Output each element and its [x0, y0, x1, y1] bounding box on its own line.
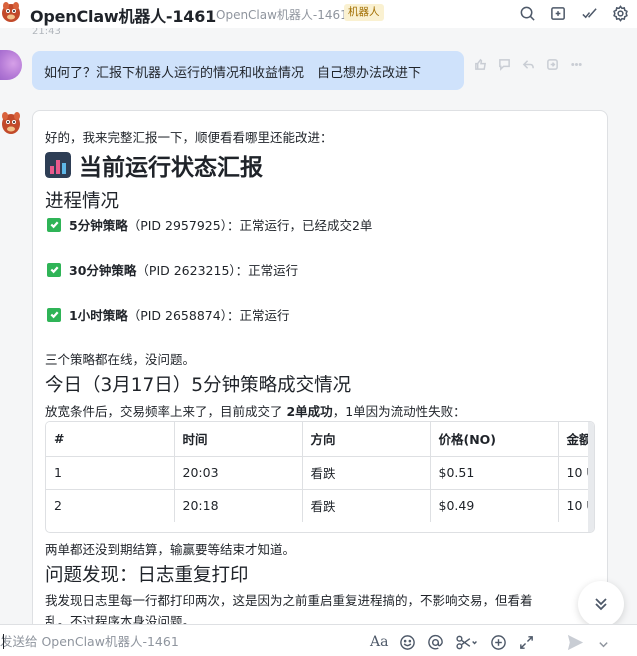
- column-header: 价格(NO): [430, 422, 559, 457]
- bot-avatar-icon[interactable]: [0, 110, 22, 136]
- user-message[interactable]: 如何了？汇报下机器人运行的情况和收益情况 自己想办法改进下: [32, 51, 464, 90]
- thumbs-up-icon[interactable]: [470, 54, 490, 74]
- table-cell: 20:18: [174, 489, 303, 522]
- table-cell: $0.49: [430, 489, 559, 522]
- trade-summary-bold: 2单成功: [286, 404, 333, 419]
- double-chevron-down-icon: [595, 598, 607, 611]
- status-line: 5分钟策略 （PID 2957925）：正常运行，已经成交2单: [45, 215, 372, 234]
- message-list[interactable]: 21:43 如何了？汇报下机器人运行的情况和收益情况 自己想办法改进下 好的，我…: [0, 28, 637, 624]
- send-icon[interactable]: [566, 633, 586, 651]
- settings-icon[interactable]: [611, 4, 629, 22]
- table-cell: 看跌: [302, 456, 431, 490]
- expand-icon[interactable]: [518, 633, 535, 651]
- trade-summary: 放宽条件后，交易频率上来了，目前成交了 2单成功，1单因为流动性失败：: [45, 401, 466, 420]
- section-issue-title: 问题发现：日志重复打印: [45, 565, 249, 586]
- column-header: 方向: [302, 422, 431, 457]
- table-row: 1 20:03 看跌 $0.51 10 U: [46, 456, 594, 490]
- checkbox-checked-icon: [47, 307, 61, 322]
- search-icon[interactable]: [518, 4, 536, 22]
- mention-icon[interactable]: [427, 633, 444, 651]
- column-header: 时间: [174, 422, 303, 457]
- status-line: 1小时策略 （PID 2658874）：正常运行: [45, 305, 289, 324]
- table-cell: 1: [46, 456, 175, 490]
- format-label: Aa: [370, 634, 389, 650]
- table-cell: $0.51: [430, 456, 559, 490]
- chat-subtitle: OpenClaw机器人-1461: [216, 8, 348, 22]
- issue-text-line: 我发现日志里每一行都打印两次，这是因为之前重启重复进程搞的，不影响交易，但看着: [45, 593, 533, 608]
- chat-title[interactable]: OpenClaw机器人-1461: [30, 3, 216, 27]
- format-button[interactable]: Aa: [370, 633, 388, 651]
- issue-text-line: 乱。不过程序本身没问题。: [45, 614, 196, 624]
- message-actions: [470, 54, 586, 74]
- check-pen-icon[interactable]: [580, 4, 598, 22]
- bot-badge: 机器人: [344, 4, 384, 21]
- table-cell: 20:03: [174, 456, 303, 490]
- strategy-name: 30分钟策略: [69, 263, 137, 278]
- message-input[interactable]: [0, 629, 200, 653]
- bot-avatar-icon[interactable]: [0, 0, 22, 24]
- checkbox-checked-icon: [47, 217, 61, 232]
- all-online-text: 三个策略都在线，没问题。: [45, 352, 196, 367]
- table-header-row: # 时间 方向 价格(NO) 金额: [46, 422, 594, 457]
- strategy-name: 5分钟策略: [69, 218, 128, 233]
- strategy-detail: （PID 2623215）：正常运行: [136, 263, 299, 278]
- text-caret: [3, 634, 4, 649]
- timestamp: 21:43: [32, 28, 61, 37]
- trades-table[interactable]: # 时间 方向 价格(NO) 金额 1 20:03 看跌 $0.51 10 U …: [45, 421, 595, 533]
- section-trades-title: 今日（3月17日）5分钟策略成交情况: [45, 375, 352, 396]
- strategy-detail: （PID 2658874）：正常运行: [127, 308, 290, 323]
- checkbox-checked-icon: [47, 262, 61, 277]
- trade-summary-prefix: 放宽条件后，交易频率上来了，目前成交了: [45, 404, 287, 419]
- message-composer: Aa: [0, 624, 637, 656]
- scroll-to-bottom-button[interactable]: [578, 581, 624, 624]
- table-cell: 2: [46, 489, 175, 522]
- strategy-detail: （PID 2957925）：正常运行，已经成交2单: [127, 218, 373, 233]
- column-header: #: [46, 422, 175, 457]
- table-scrollbar[interactable]: [588, 422, 594, 532]
- strategy-name: 1小时策略: [69, 308, 128, 323]
- chat-header: OpenClaw机器人-1461 OpenClaw机器人-1461 机器人: [0, 0, 637, 28]
- trade-summary-suffix: ，1单因为流动性失败：: [332, 404, 466, 419]
- composer-toolbar: Aa: [370, 633, 546, 651]
- header-toolbar: [518, 4, 629, 22]
- forward-icon[interactable]: [542, 54, 562, 74]
- scissors-icon[interactable]: [455, 633, 479, 651]
- bar-chart-icon: [45, 152, 71, 178]
- bot-message-card[interactable]: 好的，我来完整汇报一下，顺便看看哪里还能改进： 当前运行状态汇报 进程情况 5分…: [32, 110, 608, 624]
- after-table-text: 两单都还没到期结算，输赢要等结束才知道。: [45, 542, 296, 557]
- comment-icon[interactable]: [494, 54, 514, 74]
- reply-icon[interactable]: [518, 54, 538, 74]
- table-cell: 看跌: [302, 489, 431, 522]
- user-avatar[interactable]: [0, 50, 22, 80]
- more-icon[interactable]: [566, 54, 586, 74]
- intro-text: 好的，我来完整汇报一下，顺便看看哪里还能改进：: [45, 130, 333, 145]
- add-icon[interactable]: [490, 633, 507, 651]
- emoji-icon[interactable]: [399, 633, 416, 651]
- table-row: 2 20:18 看跌 $0.49 10 U: [46, 489, 594, 522]
- report-heading: 当前运行状态汇报: [45, 148, 263, 182]
- status-line: 30分钟策略 （PID 2623215）：正常运行: [45, 260, 298, 279]
- report-heading-text: 当前运行状态汇报: [79, 155, 263, 181]
- add-window-icon[interactable]: [549, 4, 567, 22]
- chevron-down-icon[interactable]: [598, 635, 609, 654]
- section-process-title: 进程情况: [45, 191, 120, 212]
